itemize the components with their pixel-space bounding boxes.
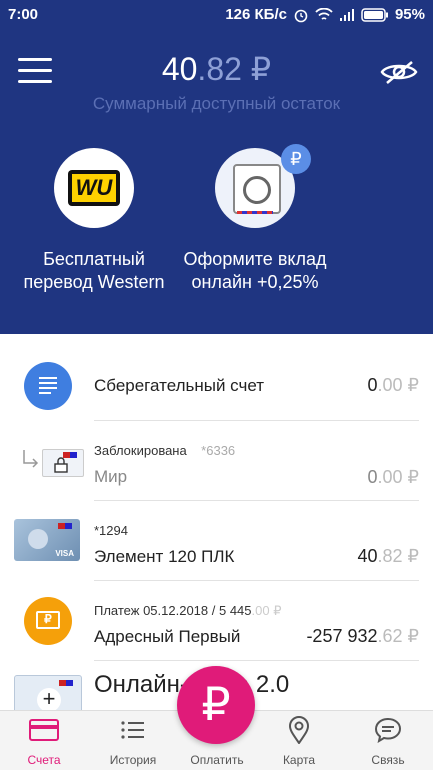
card-amount: 0.00 ₽ — [367, 467, 419, 488]
promo-wu-line2: перевод Western — [23, 272, 165, 292]
status-speed: 126 КБ/с — [225, 6, 287, 23]
amount-dec: .82 — [377, 546, 403, 566]
card-name: Адресный Первый — [94, 627, 241, 646]
balance-label: Суммарный доступный остаток — [92, 94, 341, 113]
western-union-logo-text: WU — [75, 175, 113, 200]
account-amount: 0.00 ₽ — [367, 375, 419, 396]
savings-account-icon — [24, 362, 72, 410]
battery-icon — [361, 7, 388, 22]
amount-dec: .62 — [377, 626, 403, 646]
balance-currency: ₽ — [250, 51, 272, 87]
total-balance: 40.82 ₽ — [0, 50, 433, 88]
status-time: 7:00 — [8, 6, 39, 23]
account-savings[interactable]: Сберегательный счет 0.00 ₽ — [0, 334, 433, 434]
card-number: *6336 — [201, 443, 236, 458]
payment-info: Платеж 05.12.2018 / 5 445.00 ₽ — [94, 603, 281, 619]
amount-currency: ₽ — [407, 467, 419, 487]
payment-card-icon: ₽ — [24, 597, 72, 645]
list-icon — [121, 721, 144, 739]
card-status-text: Заблокирована — [94, 443, 187, 458]
promo-deposit-line2: онлайн +0,25% — [191, 272, 319, 292]
payment-info-text: Платеж 05.12.2018 / 5 445 — [94, 603, 252, 618]
card-adresny[interactable]: ₽ Платеж 05.12.2018 / 5 445.00 ₽ Адресны… — [0, 581, 433, 661]
card-element-120[interactable]: VISA *1294 Элемент 120 ПЛК 40.82 ₽ — [0, 501, 433, 581]
nav-chat[interactable]: Связь — [348, 711, 428, 770]
visa-card-icon: VISA — [14, 519, 80, 561]
lock-icon — [54, 457, 68, 473]
promo-wu-line1: Бесплатный — [43, 249, 145, 269]
ruble-icon: ₽ — [201, 678, 231, 730]
add-card-icon: + — [14, 675, 82, 711]
amount-int: -257 932 — [306, 626, 378, 646]
promo-deposit-line1: Оформите вклад — [183, 249, 327, 269]
visa-logo-text: VISA — [55, 549, 74, 558]
amount-dec: .00 — [377, 375, 403, 395]
sub-item-arrow-icon — [23, 450, 39, 468]
card-amount: -257 932.62 ₽ — [306, 626, 419, 647]
chat-icon — [374, 717, 402, 743]
amount-currency: ₽ — [407, 626, 419, 646]
amount-currency: ₽ — [407, 546, 419, 566]
status-right: 126 КБ/с 95% — [225, 6, 425, 23]
signal-icon — [339, 8, 354, 21]
account-name: Сберегательный счет — [94, 376, 265, 395]
promo-deposit[interactable]: ₽ Оформите вклад онлайн +0,25% — [165, 144, 345, 294]
amount-currency: ₽ — [407, 375, 419, 395]
ruble-glyph: ₽ — [44, 612, 52, 626]
nav-accounts[interactable]: Счета — [4, 711, 84, 770]
pay-button[interactable]: ₽ — [177, 666, 255, 744]
amount-int: 0 — [367, 375, 378, 395]
battery-percent: 95% — [394, 6, 425, 23]
amount-int: 0 — [367, 467, 378, 487]
card-mir-blocked[interactable]: Заблокирована *6336 Мир 0.00 ₽ — [0, 421, 433, 501]
nav-map-label: Карта — [282, 753, 316, 767]
nav-pay-label: Оплатить — [190, 753, 244, 767]
card-icon — [29, 719, 59, 741]
amount-int: 40 — [357, 546, 378, 566]
card-amount: 40.82 ₽ — [357, 546, 419, 567]
nav-accounts-label: Счета — [27, 753, 61, 767]
nav-history[interactable]: История — [93, 711, 173, 770]
payment-info-dec: .00 ₽ — [251, 603, 282, 618]
western-union-logo: WU — [54, 148, 134, 228]
nav-history-label: История — [109, 753, 157, 767]
ruble-badge: ₽ — [281, 144, 311, 174]
card-status: Заблокирована *6336 — [94, 443, 235, 458]
card-name: Мир — [94, 467, 128, 486]
card-name: Элемент 120 ПЛК — [94, 547, 235, 566]
map-pin-icon — [289, 716, 309, 744]
alarm-icon — [294, 9, 308, 22]
nav-chat-label: Связь — [371, 753, 405, 767]
balance-dec: .82 — [197, 51, 242, 87]
amount-dec: .00 — [377, 467, 403, 487]
card-number: *1294 — [94, 523, 128, 538]
status-bar: 7:00 126 КБ/с 95% — [0, 0, 433, 30]
wifi-icon — [315, 7, 333, 20]
nav-map[interactable]: Карта — [259, 711, 339, 770]
promo-western-union[interactable]: WU Бесплатный перевод Western — [4, 148, 184, 294]
balance-int: 40 — [161, 51, 198, 87]
header: 40.82 ₽ Суммарный доступный остаток WU Б… — [0, 30, 433, 334]
eye-hide-icon[interactable] — [379, 58, 419, 86]
